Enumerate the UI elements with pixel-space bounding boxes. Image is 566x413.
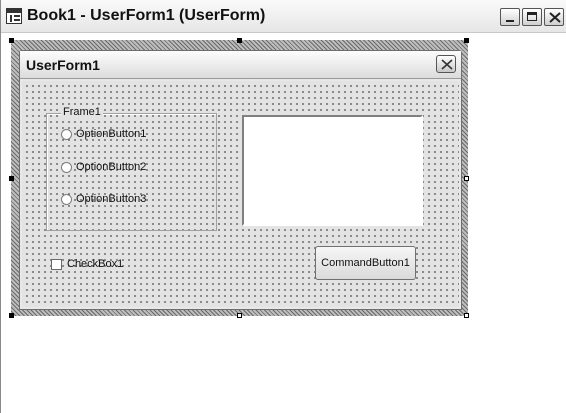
frame-label: Frame1 bbox=[61, 106, 103, 118]
close-icon[interactable] bbox=[544, 8, 564, 26]
option-button-label: OptionButton1 bbox=[76, 128, 147, 140]
option-button-label: OptionButton3 bbox=[76, 193, 147, 205]
resize-handle-right[interactable] bbox=[464, 176, 469, 181]
resize-handle-top-left bbox=[9, 38, 14, 43]
option-button-label: OptionButton2 bbox=[76, 161, 147, 173]
userform-app-icon[interactable] bbox=[6, 8, 22, 24]
userform[interactable]: UserForm1 Frame1 OptionButton1 OptionBut… bbox=[19, 50, 462, 310]
workbook-window: Book1 - UserForm1 (UserForm) UserForm1 F… bbox=[0, 0, 566, 413]
radio-icon[interactable] bbox=[61, 194, 72, 205]
window-titlebar[interactable]: Book1 - UserForm1 (UserForm) bbox=[1, 0, 566, 33]
frame1[interactable]: Frame1 OptionButton1 OptionButton2 Optio… bbox=[46, 106, 217, 231]
checkbox-box[interactable] bbox=[51, 259, 62, 270]
userform-title: UserForm1 bbox=[26, 57, 100, 73]
resize-handle-left bbox=[9, 176, 14, 181]
resize-handle-bottom[interactable] bbox=[237, 313, 242, 318]
minimize-icon[interactable] bbox=[500, 8, 520, 26]
resize-handle-bottom-left bbox=[9, 313, 14, 318]
resize-handle-bottom-right[interactable] bbox=[464, 313, 469, 318]
userform-titlebar[interactable]: UserForm1 bbox=[20, 51, 461, 79]
radio-icon[interactable] bbox=[61, 162, 72, 173]
resize-handle-top bbox=[237, 38, 242, 43]
radio-icon[interactable] bbox=[61, 129, 72, 140]
listbox[interactable] bbox=[242, 115, 423, 226]
resize-handle-top-right bbox=[464, 38, 469, 43]
maximize-icon[interactable] bbox=[522, 8, 542, 26]
close-icon[interactable] bbox=[436, 55, 456, 73]
command-button-1[interactable]: CommandButton1 bbox=[315, 246, 416, 280]
userform-client-area[interactable]: Frame1 OptionButton1 OptionButton2 Optio… bbox=[22, 81, 459, 307]
window-title: Book1 - UserForm1 (UserForm) bbox=[27, 7, 266, 24]
checkbox-label: CheckBox1 bbox=[67, 258, 124, 270]
